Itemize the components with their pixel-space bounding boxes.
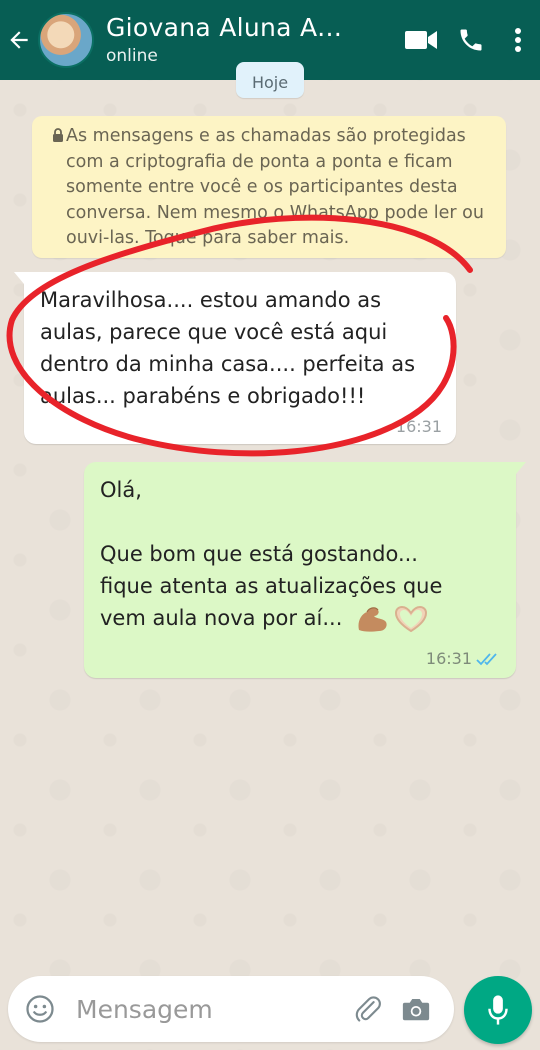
- date-chip: Hoje: [236, 62, 304, 98]
- heart-hands-emoji-icon: [395, 605, 428, 633]
- message-time: 16:31: [395, 417, 442, 436]
- microphone-icon: [488, 995, 508, 1025]
- voice-record-button[interactable]: [464, 976, 532, 1044]
- contact-name: Giovana Aluna AC...: [106, 13, 356, 42]
- contact-info[interactable]: Giovana Aluna AC... online: [106, 13, 396, 67]
- message-input[interactable]: [74, 993, 318, 1025]
- encryption-notice-text: As mensagens e as chamadas são protegida…: [66, 126, 484, 248]
- voice-call-button[interactable]: [446, 0, 496, 80]
- message-meta: 16:31: [426, 649, 502, 668]
- more-options-button[interactable]: [496, 0, 540, 80]
- camera-button[interactable]: [392, 976, 440, 1042]
- encryption-notice[interactable]: As mensagens e as chamadas são protegida…: [32, 116, 506, 258]
- camera-icon: [402, 999, 430, 1021]
- message-line: Que bom que está gostando...: [100, 542, 418, 566]
- lock-icon: [53, 128, 63, 142]
- paperclip-icon: [355, 996, 381, 1022]
- message-line: vem aula nova por aí...: [100, 606, 343, 630]
- message-line-with-emoji: vem aula nova por aí...: [100, 602, 500, 634]
- video-call-button[interactable]: [396, 0, 446, 80]
- message-composer: [8, 976, 454, 1042]
- flexed-biceps-emoji-icon: [358, 607, 387, 632]
- smiley-icon: [26, 995, 54, 1023]
- kebab-menu-icon: [515, 28, 521, 52]
- contact-avatar[interactable]: [38, 12, 94, 68]
- phone-icon: [460, 29, 482, 51]
- message-line: fique atenta as atualizações que: [100, 574, 443, 598]
- double-check-read-icon: [476, 652, 497, 665]
- outgoing-message-bubble[interactable]: Olá, Que bom que está gostando... fique …: [84, 462, 526, 678]
- attach-button[interactable]: [344, 976, 392, 1042]
- message-line: Olá,: [100, 478, 142, 502]
- incoming-message-bubble[interactable]: Maravilhosa.... estou amando as aulas, p…: [14, 272, 456, 444]
- arrow-left-icon: [10, 31, 28, 49]
- video-camera-icon: [405, 31, 437, 49]
- message-text: Maravilhosa.... estou amando as aulas, p…: [40, 288, 416, 408]
- back-button[interactable]: [2, 0, 36, 80]
- emoji-button[interactable]: [16, 976, 64, 1042]
- emoji-group: [355, 604, 429, 634]
- message-time: 16:31: [425, 649, 472, 668]
